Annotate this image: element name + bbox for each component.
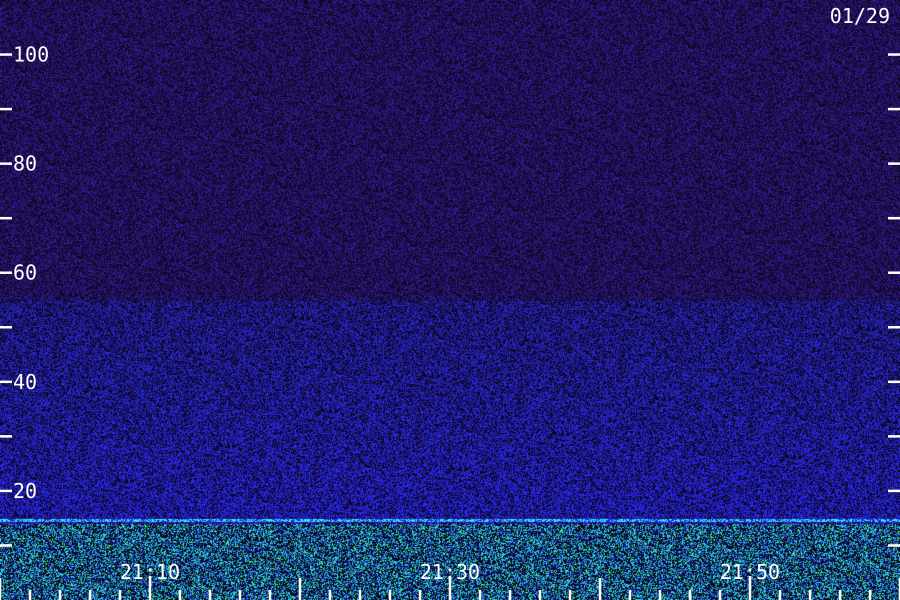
x-tick-label: 21:50 [720, 560, 780, 584]
y-tick-label: 80 [13, 152, 37, 176]
x-tick-label: 21:10 [120, 560, 180, 584]
date-label: 01/29 [830, 4, 890, 28]
x-axis: 21:10 21:30 21:50 [0, 560, 900, 600]
spectrogram-chart: 20 40 60 80 100 21:10 21:30 21:50 01/29 [0, 0, 900, 600]
y-axis: 20 40 60 80 100 [0, 43, 900, 547]
axes-overlay: 20 40 60 80 100 21:10 21:30 21:50 01/29 [0, 4, 900, 600]
x-tick-label: 21:30 [420, 560, 480, 584]
y-tick-label: 60 [13, 261, 37, 285]
y-tick-label: 20 [13, 479, 37, 503]
y-tick-label: 100 [13, 43, 49, 67]
y-tick-label: 40 [13, 370, 37, 394]
